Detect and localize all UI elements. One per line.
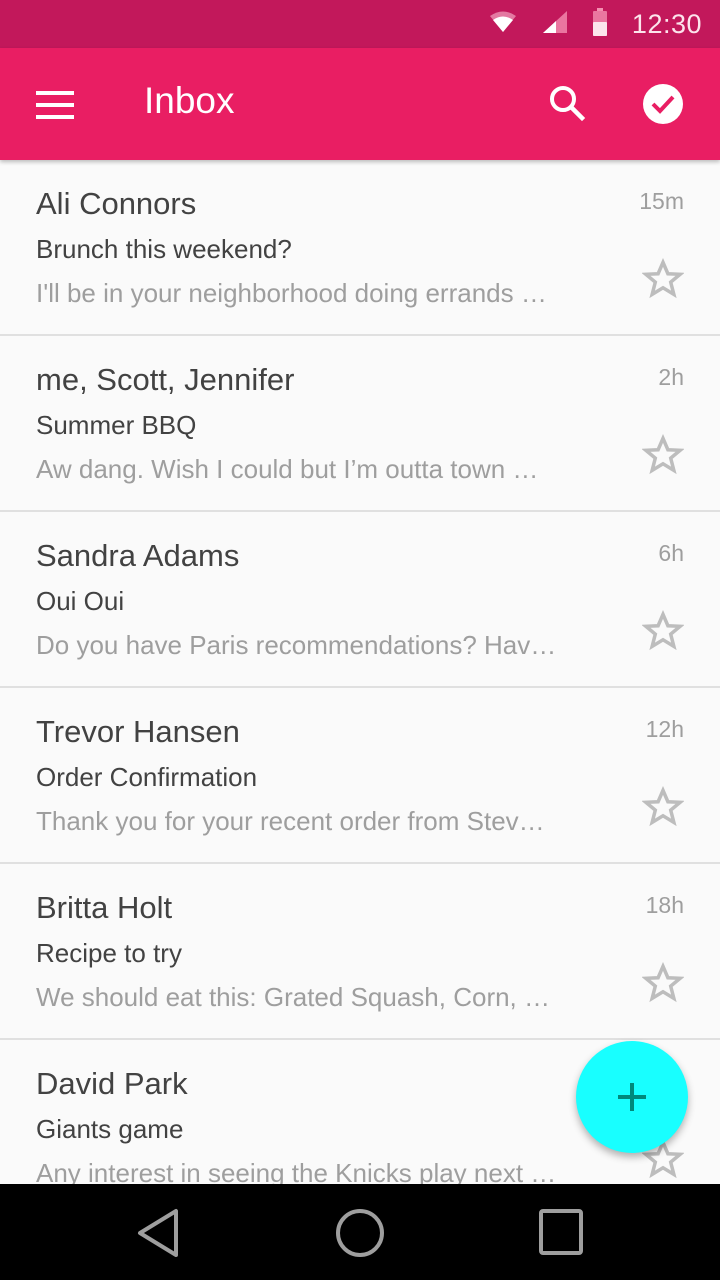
email-sender: David Park	[36, 1066, 188, 1101]
menu-icon	[36, 91, 76, 119]
cellular-signal-icon	[542, 10, 568, 39]
email-subject: Summer BBQ	[36, 410, 197, 440]
email-list-item[interactable]: Trevor Hansen 12h Order Confirmation Tha…	[0, 688, 720, 864]
email-sender: Britta Holt	[36, 890, 173, 925]
email-list-item[interactable]: Ali Connors 15m Brunch this weekend? I'l…	[0, 160, 720, 336]
email-time: 15m	[639, 188, 684, 214]
email-sender: Ali Connors	[36, 186, 197, 221]
email-preview: Aw dang. Wish I could but I’m outta town…	[36, 454, 539, 484]
star-icon[interactable]	[642, 962, 684, 1004]
battery-icon	[592, 7, 608, 41]
recents-icon	[539, 1209, 583, 1255]
email-list: Ali Connors 15m Brunch this weekend? I'l…	[0, 160, 720, 1184]
status-bar: 12:30	[0, 0, 720, 48]
star-icon[interactable]	[642, 434, 684, 476]
email-subject: Oui Oui	[36, 586, 125, 616]
star-icon[interactable]	[642, 786, 684, 828]
home-button[interactable]	[335, 1208, 385, 1258]
email-preview: I'll be in your neighborhood doing erran…	[36, 278, 547, 308]
email-subject: Brunch this weekend?	[36, 234, 292, 264]
back-button[interactable]	[134, 1208, 184, 1258]
email-subject: Giants game	[36, 1114, 184, 1144]
page-title: Inbox	[144, 80, 235, 121]
email-time: 2h	[658, 364, 684, 390]
search-icon	[550, 86, 586, 122]
menu-button[interactable]	[36, 91, 76, 119]
recents-button[interactable]	[537, 1208, 587, 1258]
wifi-icon	[488, 10, 518, 39]
search-button[interactable]	[546, 82, 590, 126]
email-list-item[interactable]: Sandra Adams 6h Oui Oui Do you have Pari…	[0, 512, 720, 688]
email-time: 12h	[645, 716, 684, 742]
email-time: 18h	[645, 892, 684, 918]
email-list-item[interactable]: Britta Holt 18h Recipe to try We should …	[0, 864, 720, 1040]
select-all-button[interactable]	[640, 81, 686, 127]
status-time: 12:30	[631, 8, 702, 39]
email-time: 6h	[658, 540, 684, 566]
email-preview: Any interest in seeing the Knicks play n…	[36, 1158, 557, 1184]
back-icon	[138, 1209, 178, 1257]
check-circle-icon	[643, 84, 683, 124]
home-icon	[336, 1209, 384, 1257]
email-sender: Trevor Hansen	[36, 714, 240, 749]
email-preview: Do you have Paris recommendations? Hav…	[36, 630, 557, 660]
system-nav-bar	[0, 1184, 720, 1280]
star-icon[interactable]	[642, 610, 684, 652]
email-sender: me, Scott, Jennifer	[36, 362, 295, 397]
email-subject: Recipe to try	[36, 938, 182, 968]
plus-icon	[618, 1083, 646, 1111]
email-list-item[interactable]: me, Scott, Jennifer 2h Summer BBQ Aw dan…	[0, 336, 720, 512]
email-preview: We should eat this: Grated Squash, Corn,…	[36, 982, 551, 1012]
app-bar: Inbox	[0, 48, 720, 160]
compose-button[interactable]	[576, 1041, 688, 1153]
star-icon[interactable]	[642, 258, 684, 300]
email-sender: Sandra Adams	[36, 538, 240, 573]
email-subject: Order Confirmation	[36, 762, 258, 792]
email-preview: Thank you for your recent order from Ste…	[36, 806, 545, 836]
